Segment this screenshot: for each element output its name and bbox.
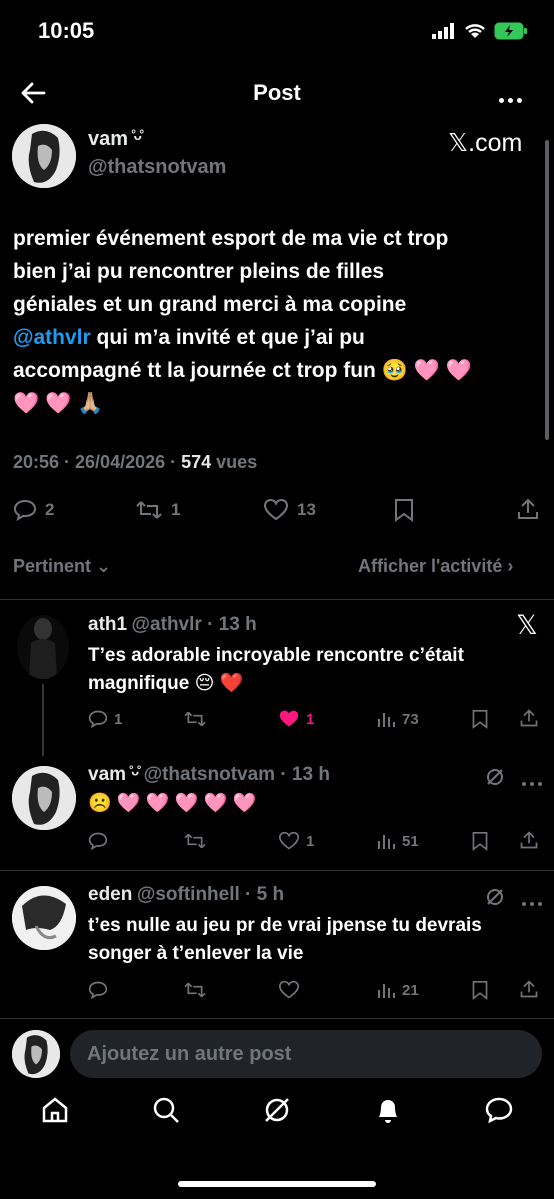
signal-icon	[432, 23, 454, 39]
views-button[interactable]: 73	[376, 709, 419, 729]
like-button[interactable]: 13	[263, 498, 316, 522]
heart-icon	[263, 498, 289, 521]
status-time: 10:05	[38, 18, 95, 43]
author-avatar[interactable]	[12, 124, 76, 188]
post-timestamp: 20:56 · 26/04/2026 · 574 vues	[13, 452, 258, 472]
heart-icon	[278, 831, 300, 850]
repost-button[interactable]: 1	[135, 498, 180, 522]
chevron-right-icon: ›	[507, 556, 514, 576]
like-button[interactable]	[278, 980, 306, 1000]
user-avatar[interactable]	[12, 1030, 60, 1078]
more-options-icon[interactable]	[520, 773, 544, 791]
author-name[interactable]: vam ̊ᵕ̊	[88, 128, 142, 151]
views-button[interactable]: 21	[376, 980, 419, 1000]
reply-button[interactable]	[88, 980, 114, 1000]
repost-icon	[184, 982, 206, 998]
repost-button[interactable]	[183, 709, 213, 729]
heart-filled-icon	[279, 710, 299, 727]
bottom-tab-bar	[0, 1095, 554, 1125]
compose-reply-input[interactable]: Ajoutez un autre post	[70, 1030, 542, 1078]
status-icons	[432, 22, 528, 40]
avatar[interactable]	[17, 615, 69, 679]
home-indicator	[178, 1181, 376, 1187]
divider	[0, 1018, 554, 1019]
views-button[interactable]: 51	[376, 831, 419, 851]
like-button[interactable]: 1	[278, 831, 314, 851]
page-title: Post	[253, 80, 301, 105]
analytics-icon	[378, 713, 395, 727]
bookmark-icon[interactable]	[393, 498, 415, 522]
chevron-down-icon: ⌄	[96, 556, 112, 576]
post-text: premier événement esport de ma vie ct tr…	[13, 227, 472, 415]
reply-icon	[88, 981, 108, 1000]
repost-icon	[184, 833, 206, 849]
grok-tab-icon[interactable]	[262, 1095, 292, 1125]
thread-line	[42, 684, 44, 756]
share-icon[interactable]	[519, 830, 539, 850]
reply-button[interactable]: 2	[13, 498, 54, 522]
source-badge[interactable]: 𝕏.com	[448, 128, 522, 158]
share-icon[interactable]	[519, 708, 539, 728]
divider	[0, 599, 554, 600]
reply-icon	[88, 832, 108, 851]
reply-text: t’es nulle au jeu pr de vrai jpense tu d…	[88, 915, 482, 964]
share-icon[interactable]	[516, 497, 540, 521]
battery-icon	[494, 22, 527, 40]
like-button[interactable]: 1	[278, 709, 314, 729]
reply-header: ath1 @athvlr · 13 h	[88, 614, 257, 635]
reply-button[interactable]	[88, 831, 114, 851]
reply-icon	[88, 710, 108, 729]
reply-text: ☹️ 🩷 🩷 🩷 🩷 🩷	[88, 793, 257, 814]
reply-header: eden @softinhell · 5 h	[88, 884, 285, 905]
analytics-icon	[378, 835, 395, 849]
search-icon[interactable]	[151, 1095, 181, 1125]
bookmark-icon[interactable]	[471, 831, 489, 851]
wifi-icon	[465, 24, 485, 38]
grok-icon[interactable]	[485, 767, 505, 787]
bookmark-icon[interactable]	[471, 980, 489, 1000]
grok-icon[interactable]	[485, 887, 505, 907]
repost-icon	[136, 501, 162, 519]
heart-icon	[278, 980, 300, 999]
views-count: 574	[181, 452, 212, 472]
divider	[0, 870, 554, 871]
repost-button[interactable]	[183, 980, 213, 1000]
author-handle[interactable]: @thatsnotvam	[88, 156, 226, 179]
view-activity-link[interactable]: Afficher l'activité ›	[358, 556, 513, 577]
bookmark-icon[interactable]	[471, 709, 489, 729]
home-icon[interactable]	[40, 1095, 70, 1125]
share-icon[interactable]	[519, 979, 539, 999]
avatar[interactable]	[12, 766, 76, 830]
analytics-icon	[378, 984, 395, 998]
scrollbar[interactable]	[545, 140, 549, 440]
reply-icon	[13, 499, 37, 522]
x-logo-icon: 𝕏	[516, 610, 538, 640]
reply-button[interactable]: 1	[88, 709, 122, 729]
avatar[interactable]	[12, 886, 76, 950]
messages-icon[interactable]	[484, 1095, 514, 1125]
more-options-icon[interactable]	[497, 90, 524, 108]
sort-dropdown[interactable]: Pertinent ⌄	[13, 556, 111, 577]
reply-text: T’es adorable incroyable rencontre c’éta…	[88, 645, 464, 694]
mention-link[interactable]: @athvlr	[13, 326, 91, 349]
reply-header: vam ̊ᵕ̊ @thatsnotvam · 13 h	[88, 764, 330, 785]
notifications-icon[interactable]	[373, 1095, 403, 1125]
more-options-icon[interactable]	[520, 893, 544, 911]
repost-button[interactable]	[183, 831, 213, 851]
repost-icon	[184, 711, 206, 727]
